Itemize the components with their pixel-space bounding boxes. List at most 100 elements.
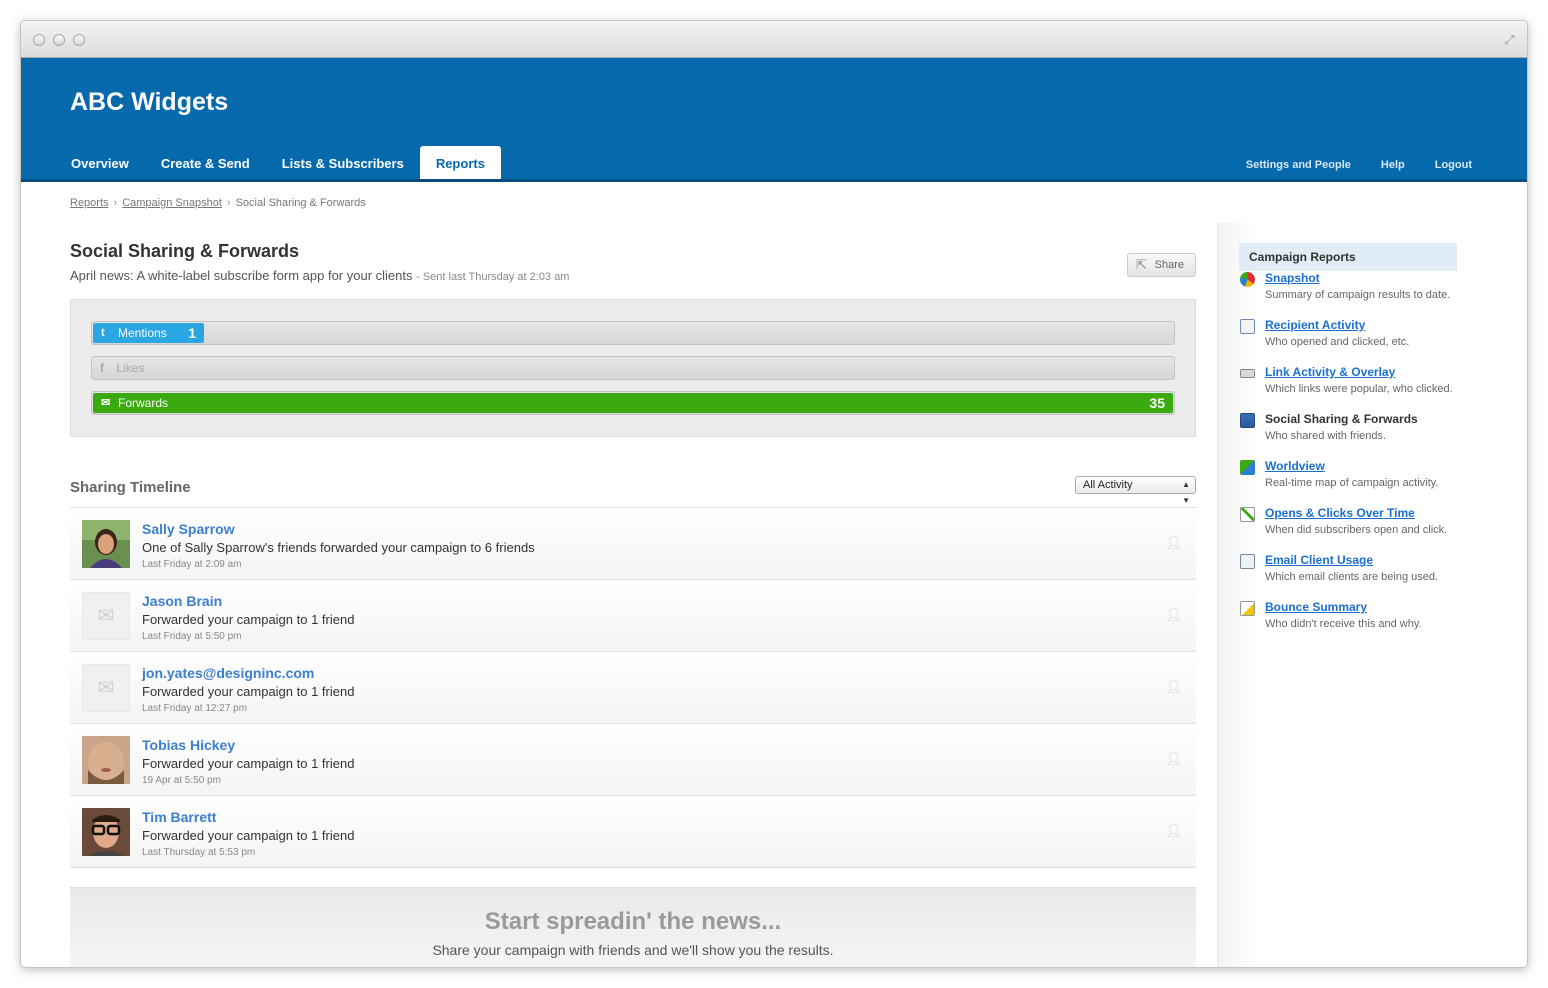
sidebar-link[interactable]: Worldview [1265, 459, 1457, 473]
sent-time: - Sent last Thursday at 2:03 am [416, 271, 570, 283]
tab-lists-subscribers[interactable]: Lists & Subscribers [266, 146, 420, 179]
sidebar-title: Campaign Reports [1239, 243, 1457, 271]
brand-title: ABC Widgets [70, 88, 229, 116]
mentions-label: Mentions [118, 326, 167, 340]
email-client-icon [1240, 554, 1255, 569]
sidebar-link[interactable]: Email Client Usage [1265, 553, 1457, 567]
breadcrumb: Reports › Campaign Snapshot › Social Sharing… [70, 197, 366, 209]
tab-reports[interactable]: Reports [419, 146, 501, 179]
sidebar-item-worldview[interactable]: Worldview Real-time map of campaign acti… [1239, 459, 1457, 506]
row-text: Forwarded your campaign to 1 friend [142, 756, 355, 771]
link-icon [1240, 369, 1255, 378]
campaign-reports-sidebar: Campaign Reports Snapshot Summary of cam… [1239, 243, 1457, 647]
timeline-row[interactable]: Tobias Hickey Forwarded your campaign to… [70, 724, 1196, 796]
row-name[interactable]: Tim Barrett [142, 809, 216, 825]
envelope-placeholder-icon: ✉ [82, 664, 130, 712]
row-text: Forwarded your campaign to 1 friend [142, 828, 355, 843]
facebook-icon: f [100, 361, 104, 375]
share-button[interactable]: ⇱ Share [1127, 253, 1196, 277]
sidebar-item-email-client[interactable]: Email Client Usage Which email clients a… [1239, 553, 1457, 600]
fullscreen-icon[interactable]: ⤢ [1502, 32, 1517, 47]
person-icon: 👤︎ [1165, 751, 1182, 766]
tab-create-send[interactable]: Create & Send [145, 146, 266, 179]
sidebar-desc: Who didn't receive this and why. [1265, 618, 1422, 630]
mentions-bar-fill: t Mentions 1 [93, 323, 204, 343]
sidebar-link[interactable]: Link Activity & Overlay [1265, 365, 1457, 379]
timeline-row[interactable]: Tim Barrett Forwarded your campaign to 1… [70, 796, 1196, 868]
map-icon [1240, 460, 1255, 475]
breadcrumb-reports[interactable]: Reports [70, 197, 109, 209]
timeline-row[interactable]: ✉ jon.yates@designinc.com Forwarded your… [70, 652, 1196, 724]
breadcrumb-separator: › [226, 197, 231, 209]
twitter-icon: t [101, 327, 105, 339]
sidebar-link[interactable]: Opens & Clicks Over Time [1265, 506, 1457, 520]
timeline-row[interactable]: Sally Sparrow One of Sally Sparrow's fri… [70, 508, 1196, 580]
row-name[interactable]: Tobias Hickey [142, 737, 235, 753]
row-name[interactable]: jon.yates@designinc.com [142, 665, 314, 681]
likes-bar[interactable]: f Likes [91, 356, 1175, 380]
contact-card-icon [1240, 319, 1255, 334]
envelope-placeholder-icon: ✉ [82, 592, 130, 640]
row-time: Last Friday at 5:50 pm [142, 631, 242, 642]
campaign-subtitle: April news: A white-label subscribe form… [70, 268, 1196, 283]
app-header: ABC Widgets Overview Create & Send Lists… [21, 58, 1527, 182]
account-nav: Settings and People Help Logout [1246, 159, 1472, 171]
sidebar-link-current[interactable]: Social Sharing & Forwards [1265, 412, 1457, 426]
main-content: Social Sharing & Forwards April news: A … [70, 241, 1196, 967]
person-icon: 👤︎ [1165, 535, 1182, 550]
forwards-label: Forwards [118, 396, 169, 410]
share-promo-panel: Start spreadin' the news... Share your c… [70, 887, 1196, 967]
settings-people-link[interactable]: Settings and People [1246, 159, 1351, 171]
row-time: Last Friday at 2:09 am [142, 559, 242, 570]
tab-overview[interactable]: Overview [55, 146, 145, 179]
bounce-icon [1240, 601, 1255, 616]
mentions-bar[interactable]: t Mentions 1 [91, 321, 1175, 345]
mentions-count: 1 [188, 325, 196, 341]
share-icon: ⇱ [1136, 257, 1147, 272]
minimize-window-button[interactable] [53, 34, 65, 46]
sidebar-link[interactable]: Recipient Activity [1265, 318, 1457, 332]
row-time: 19 Apr at 5:50 pm [142, 775, 221, 786]
row-time: Last Friday at 12:27 pm [142, 703, 248, 714]
share-label: Share [1154, 259, 1184, 271]
row-name[interactable]: Sally Sparrow [142, 521, 235, 537]
sidebar-link[interactable]: Snapshot [1265, 271, 1457, 285]
timeline-row[interactable]: ✉ Jason Brain Forwarded your campaign to… [70, 580, 1196, 652]
sidebar-item-social-sharing[interactable]: Social Sharing & Forwards Who shared wit… [1239, 412, 1457, 459]
avatar [82, 736, 130, 784]
activity-filter-select[interactable]: All Activity ▲ ▼ [1075, 476, 1196, 505]
sidebar-link[interactable]: Bounce Summary [1265, 600, 1457, 614]
window-titlebar: ⤢ [21, 21, 1527, 58]
forwards-bar-fill: ✉ Forwards 35 [93, 393, 1173, 413]
likes-bar-content: f Likes [100, 357, 144, 379]
campaign-name: April news: A white-label subscribe form… [70, 268, 413, 283]
sidebar-item-snapshot[interactable]: Snapshot Summary of campaign results to … [1239, 271, 1457, 318]
sidebar-item-recipient-activity[interactable]: Recipient Activity Who opened and clicke… [1239, 318, 1457, 365]
breadcrumb-campaign-snapshot[interactable]: Campaign Snapshot [122, 197, 222, 209]
row-text: One of Sally Sparrow's friends forwarded… [142, 540, 535, 555]
breadcrumb-separator: › [113, 197, 118, 209]
browser-window: ⤢ ABC Widgets Overview Create & Send Lis… [20, 20, 1528, 968]
close-window-button[interactable] [33, 34, 45, 46]
social-icon [1240, 413, 1255, 428]
page-title: Social Sharing & Forwards [70, 241, 300, 261]
person-icon: 👤︎ [1165, 607, 1182, 622]
select-arrows-icon: ▲ ▼ [1182, 480, 1190, 505]
row-text: Forwarded your campaign to 1 friend [142, 684, 355, 699]
logout-link[interactable]: Logout [1435, 159, 1472, 171]
forwards-bar[interactable]: ✉ Forwards 35 [91, 391, 1175, 415]
sidebar-item-bounce-summary[interactable]: Bounce Summary Who didn't receive this a… [1239, 600, 1457, 647]
breadcrumb-current: Social Sharing & Forwards [235, 197, 366, 209]
sidebar-item-link-activity[interactable]: Link Activity & Overlay Which links were… [1239, 365, 1457, 412]
likes-label: Likes [116, 361, 145, 375]
sidebar-item-opens-clicks[interactable]: Opens & Clicks Over Time When did subscr… [1239, 506, 1457, 553]
person-icon: 👤︎ [1165, 679, 1182, 694]
envelope-icon: ✉ [101, 397, 111, 409]
row-name[interactable]: Jason Brain [142, 593, 222, 609]
help-link[interactable]: Help [1381, 159, 1405, 171]
sidebar-desc: Which links were popular, who clicked. [1265, 383, 1453, 395]
row-text: Forwarded your campaign to 1 friend [142, 612, 355, 627]
zoom-window-button[interactable] [73, 34, 85, 46]
sharing-timeline: Sally Sparrow One of Sally Sparrow's fri… [70, 507, 1196, 868]
sharing-bars-panel: t Mentions 1 f Likes ✉ Forwards 35 [70, 299, 1196, 437]
